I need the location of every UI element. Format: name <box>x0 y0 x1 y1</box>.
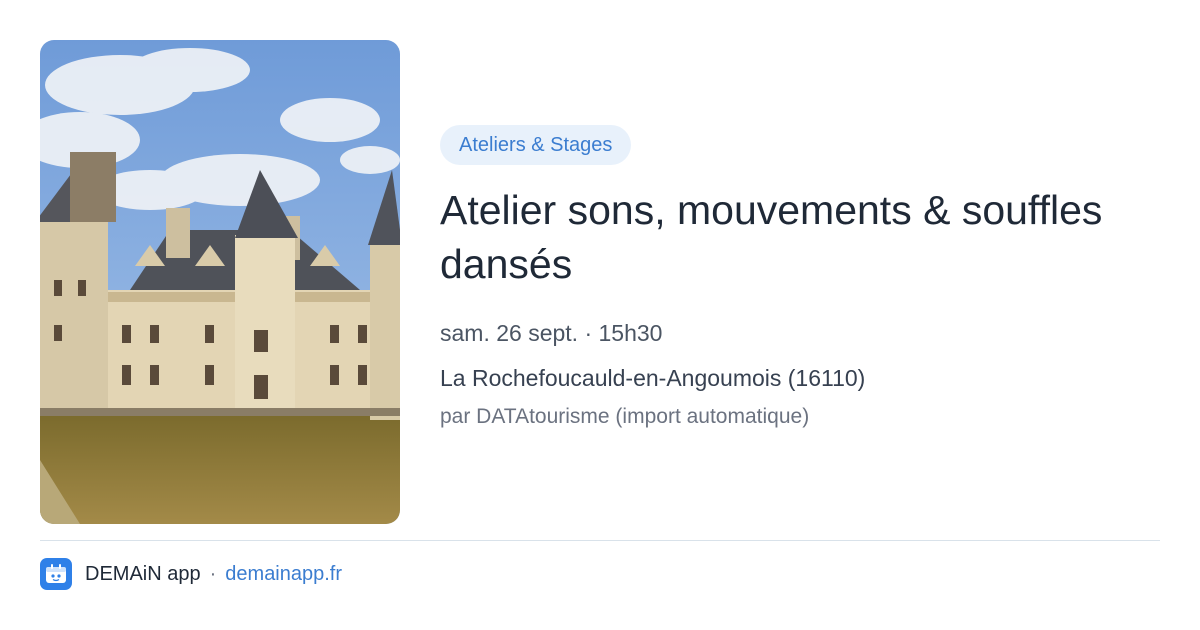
footer: DEMAiN app · demainapp.fr <box>40 558 342 590</box>
category-chip[interactable]: Ateliers & Stages <box>440 125 632 165</box>
event-title[interactable]: Atelier sons, mouvements & souffles dans… <box>440 183 1160 291</box>
event-image[interactable] <box>40 40 400 524</box>
app-url-link[interactable]: demainapp.fr <box>225 563 342 586</box>
footer-separator: · <box>209 562 217 585</box>
event-location: La Rochefoucauld-en-Angoumois (16110) <box>440 365 866 391</box>
divider <box>40 540 1160 541</box>
castle-photo <box>40 40 400 524</box>
event-date: sam. 26 sept. · 15h30 <box>440 320 663 346</box>
demain-app-icon[interactable] <box>40 558 72 590</box>
event-info: Ateliers & Stages Atelier sons, mouvemen… <box>440 125 1160 432</box>
app-name: DEMAiN app <box>85 562 201 585</box>
event-source: par DATAtourisme (import automatique) <box>440 405 810 428</box>
